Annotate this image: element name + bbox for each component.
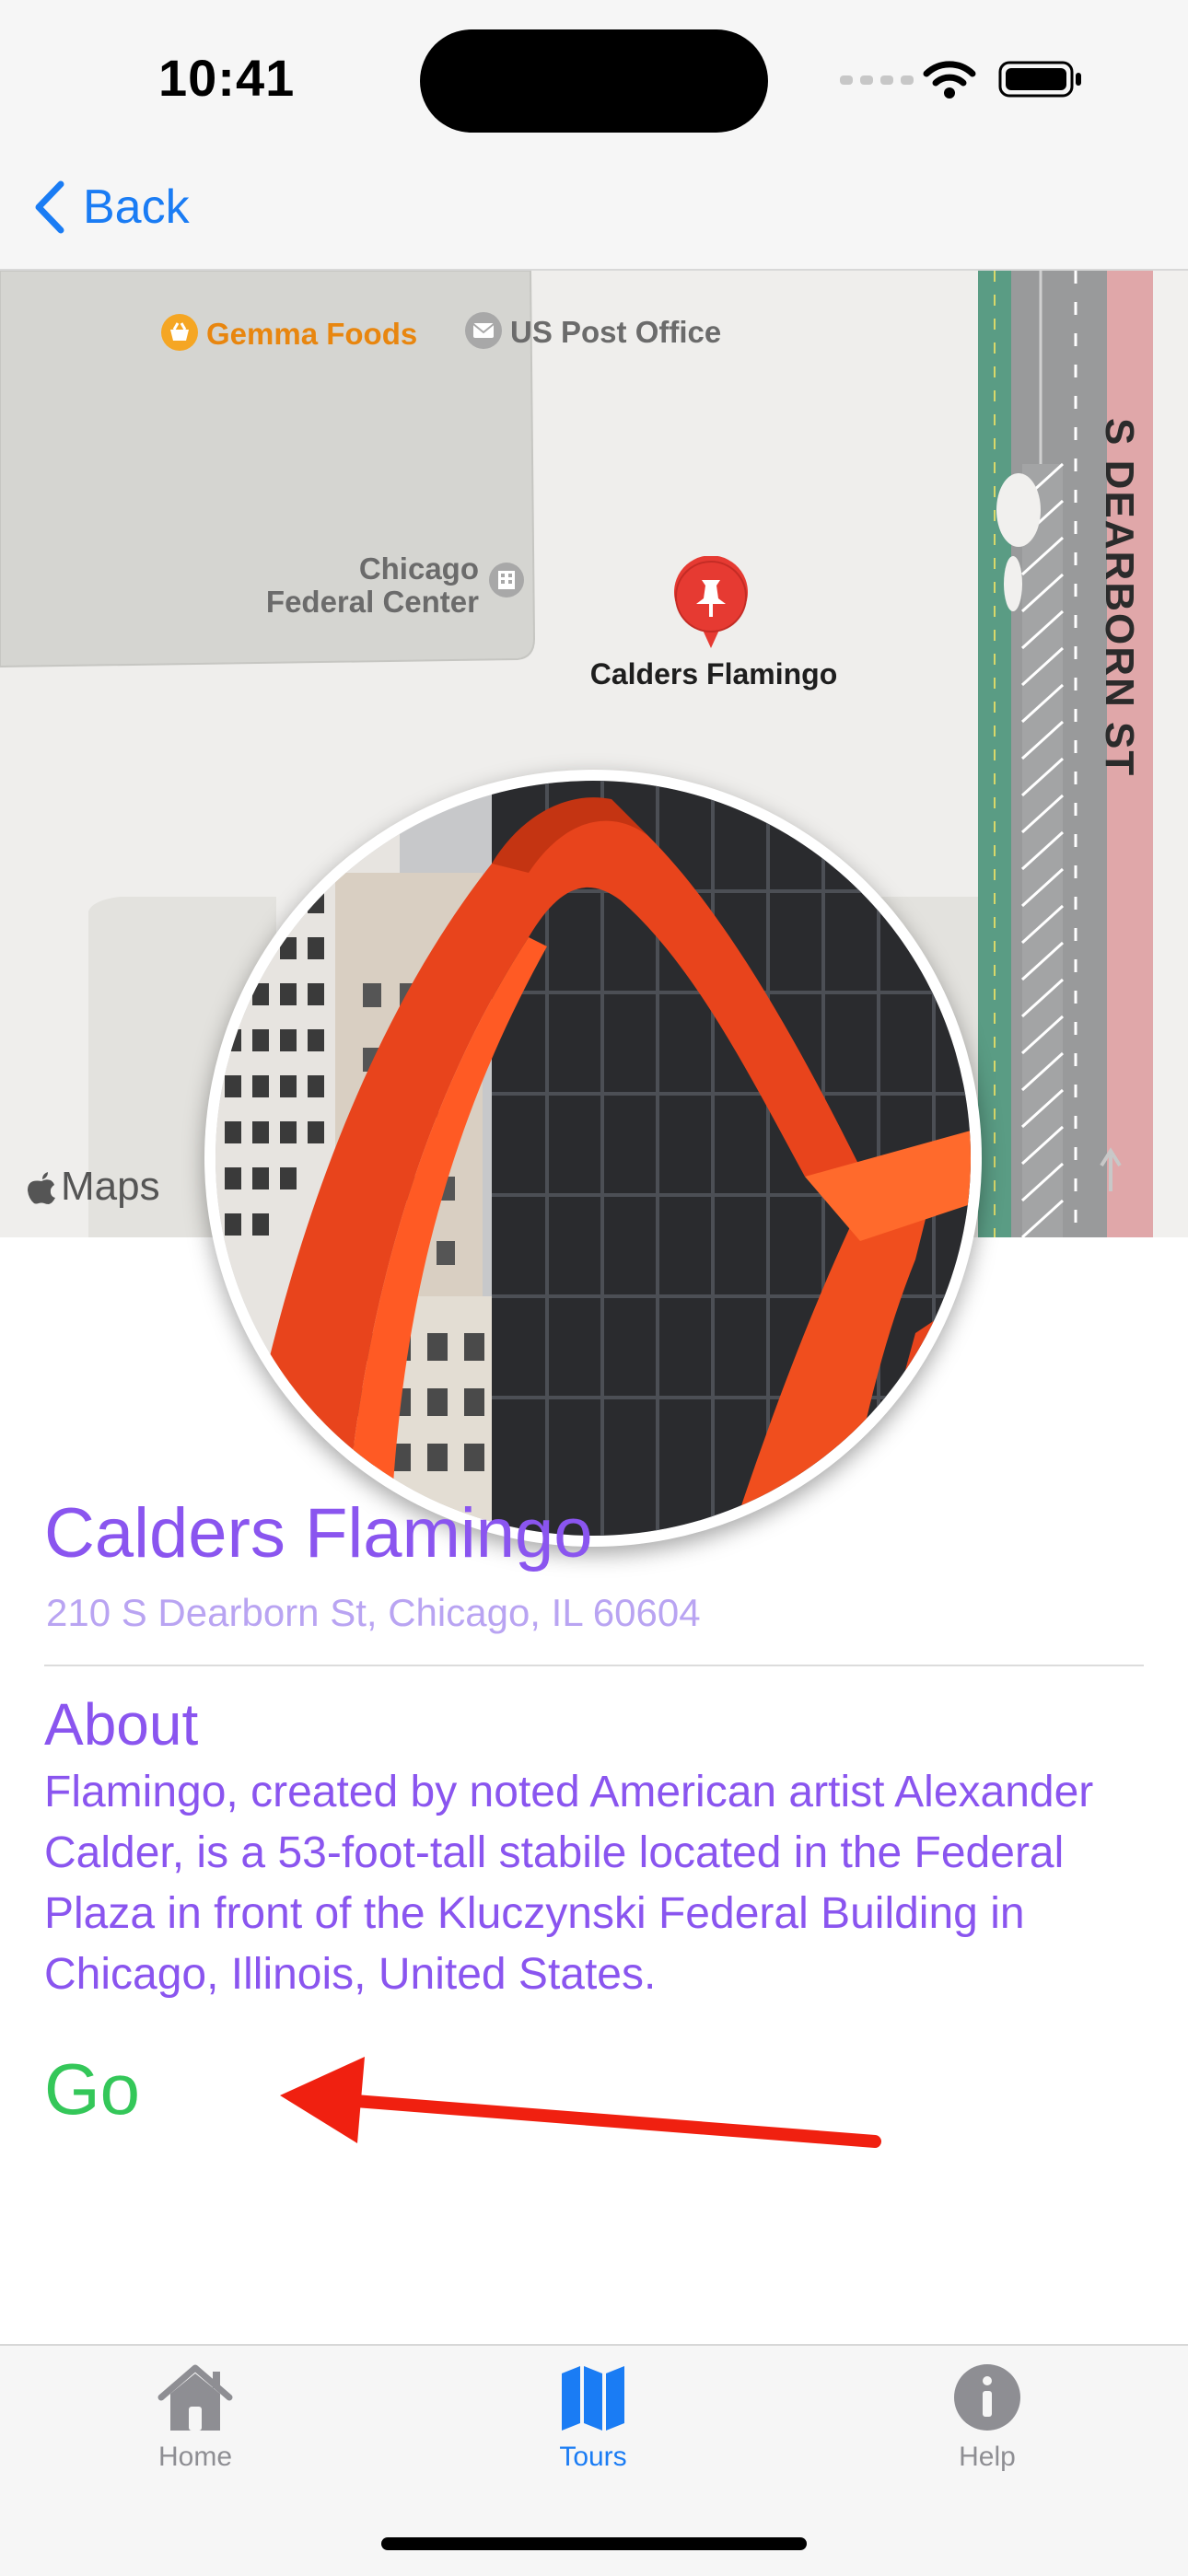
dynamic-island — [420, 29, 768, 133]
landmark-photo — [204, 770, 982, 1547]
tab-home[interactable]: Home — [85, 2362, 306, 2473]
chevron-left-icon — [35, 180, 64, 234]
divider — [44, 1665, 1144, 1666]
place-address: 210 S Dearborn St, Chicago, IL 60604 — [46, 1591, 701, 1634]
status-time: 10:41 — [158, 49, 296, 107]
map-icon — [562, 2366, 624, 2431]
about-text: Flamingo, created by noted American arti… — [44, 1768, 1094, 1999]
battery-icon — [998, 61, 1081, 98]
mail-icon — [465, 312, 502, 349]
wifi-icon — [923, 61, 976, 99]
building-icon — [489, 563, 524, 598]
map-pin-icon[interactable] — [670, 556, 751, 652]
place-title: Calders Flamingo — [44, 1494, 593, 1572]
maps-attribution-label: Maps — [61, 1164, 160, 1209]
poi-us-post-office[interactable]: US Post Office — [510, 315, 721, 350]
tab-tours[interactable]: Tours — [483, 2362, 704, 2473]
pin-label: Calders Flamingo — [589, 657, 838, 690]
tab-help[interactable]: Help — [877, 2362, 1098, 2473]
back-button[interactable]: Back — [33, 175, 190, 239]
apple-logo-icon — [28, 1172, 55, 1204]
street-label: S DEARBORN ST — [1097, 418, 1142, 778]
poi-chicago-federal-center[interactable]: Chicago Federal Center — [184, 552, 479, 619]
cellular-signal-icon — [840, 75, 914, 85]
tab-tours-label: Tours — [559, 2442, 627, 2472]
info-icon — [954, 2364, 1020, 2431]
tab-help-label: Help — [959, 2442, 1016, 2472]
maps-attribution[interactable]: Maps — [26, 1164, 160, 1210]
house-icon — [157, 2364, 233, 2431]
annotation-arrow-icon — [280, 2057, 881, 2148]
back-button-label: Back — [83, 180, 190, 234]
flamingo-sculpture-photo — [215, 781, 971, 1536]
poi-gemma-foods[interactable]: Gemma Foods — [206, 317, 417, 352]
about-heading: About — [44, 1691, 199, 1758]
home-indicator[interactable] — [381, 2537, 807, 2550]
go-button[interactable]: Go — [44, 2048, 140, 2131]
grocery-basket-icon — [161, 314, 198, 351]
tab-home-label: Home — [157, 2442, 233, 2472]
